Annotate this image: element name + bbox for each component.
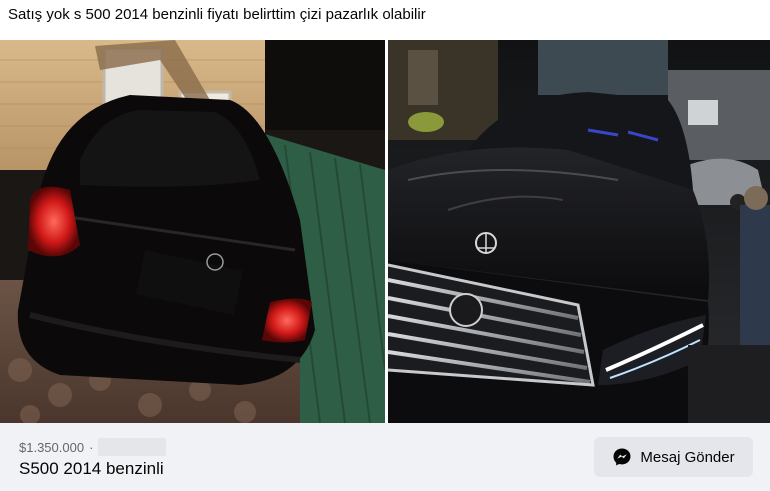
blurred-location <box>98 438 167 456</box>
post-caption: Satış yok s 500 2014 benzinli fiyatı bel… <box>8 6 426 23</box>
price-row: $1.350.000 · <box>19 438 167 456</box>
messenger-icon <box>612 447 632 467</box>
photo-grid <box>0 40 770 423</box>
car-rear-photo[interactable] <box>0 40 385 423</box>
listing-title[interactable]: S500 2014 benzinli <box>19 459 164 479</box>
send-message-label: Mesaj Gönder <box>640 448 735 466</box>
send-message-button[interactable]: Mesaj Gönder <box>594 437 753 477</box>
price-separator: · <box>89 439 94 455</box>
listing-price: $1.350.000 <box>19 439 85 455</box>
listing-info-bar: $1.350.000 · S500 2014 benzinli Mesaj Gö… <box>0 423 770 491</box>
car-front-photo[interactable] <box>388 40 770 423</box>
marketplace-post: Satış yok s 500 2014 benzinli fiyatı bel… <box>0 0 770 491</box>
